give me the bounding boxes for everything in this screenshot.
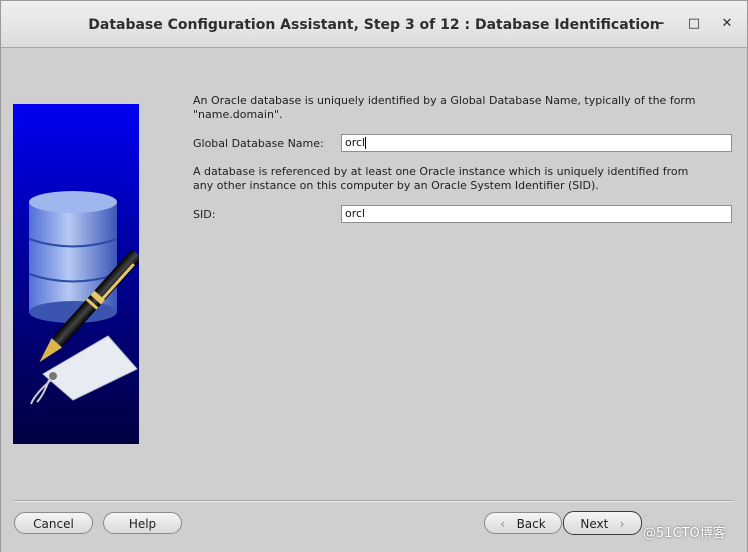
watermark: @51CTO博客 [643, 526, 726, 541]
next-button-label: Next [580, 517, 609, 531]
title-bar[interactable]: Database Configuration Assistant, Step 3… [1, 1, 747, 48]
help-button[interactable]: Help [103, 512, 182, 534]
sid-input[interactable]: orcl [341, 205, 732, 223]
next-button[interactable]: Next › [563, 511, 642, 535]
global-database-name-label: Global Database Name: [193, 137, 324, 150]
sid-label: SID: [193, 208, 216, 221]
dialog-window: Database Configuration Assistant, Step 3… [0, 0, 748, 552]
footer-divider [13, 500, 733, 502]
sid-description-line-2: any other instance on this computer by a… [193, 179, 599, 192]
window-title: Database Configuration Assistant, Step 3… [88, 17, 660, 33]
maximize-button[interactable]: □ [685, 15, 703, 33]
back-button-label: Back [516, 517, 546, 531]
global-database-name-value: orcl [345, 136, 366, 149]
cancel-button[interactable]: Cancel [14, 512, 93, 534]
close-button[interactable]: ✕ [718, 15, 736, 33]
intro-description-line-1: An Oracle database is uniquely identifie… [193, 94, 696, 107]
sid-value: orcl [345, 207, 366, 220]
text-cursor [365, 137, 367, 149]
next-arrow-icon: › [619, 517, 625, 531]
back-button[interactable]: ‹ Back [484, 512, 562, 534]
intro-description-line-2: "name.domain". [193, 108, 283, 121]
database-illustration [13, 104, 139, 444]
minimize-button[interactable]: – [652, 15, 670, 33]
global-database-name-input[interactable]: orcl [341, 134, 732, 152]
back-arrow-icon: ‹ [500, 517, 506, 531]
content-area: An Oracle database is uniquely identifie… [1, 48, 747, 552]
sid-description-line-1: A database is referenced by at least one… [193, 165, 689, 178]
